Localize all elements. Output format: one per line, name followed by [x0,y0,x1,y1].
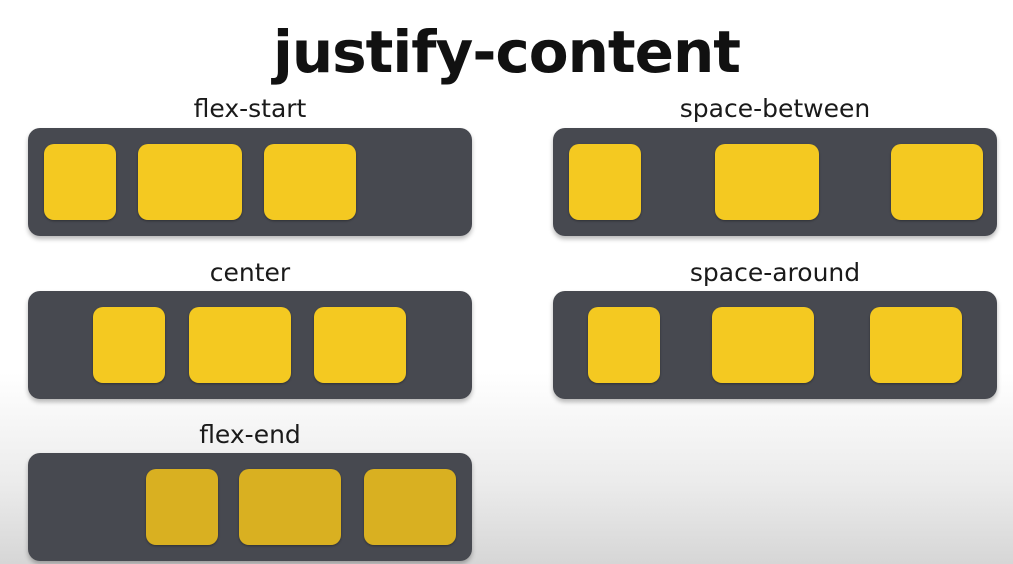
flex-item-medium [364,469,456,545]
container-space-around [553,291,997,399]
flex-item-wide [189,307,291,383]
container-space-between [553,128,997,236]
flex-item-wide [715,144,819,220]
label-space-between: space-between [679,94,871,123]
flex-item-small [146,469,218,545]
flex-item-medium [314,307,406,383]
label-flex-start: flex-start [193,94,307,123]
container-center [28,291,472,399]
flex-item-wide [712,307,814,383]
label-center: center [209,258,291,287]
flex-item-medium [891,144,983,220]
container-flex-end [28,453,472,561]
flex-item-small [569,144,641,220]
flex-item-medium [870,307,962,383]
flex-item-small [44,144,116,220]
flex-item-medium [264,144,356,220]
flex-item-wide [239,469,341,545]
diagram-title: justify-content [272,18,741,86]
flex-item-small [93,307,165,383]
container-flex-start [28,128,472,236]
label-space-around: space-around [689,258,861,287]
flex-item-small [588,307,660,383]
flex-item-wide [138,144,242,220]
label-flex-end: flex-end [199,420,301,449]
